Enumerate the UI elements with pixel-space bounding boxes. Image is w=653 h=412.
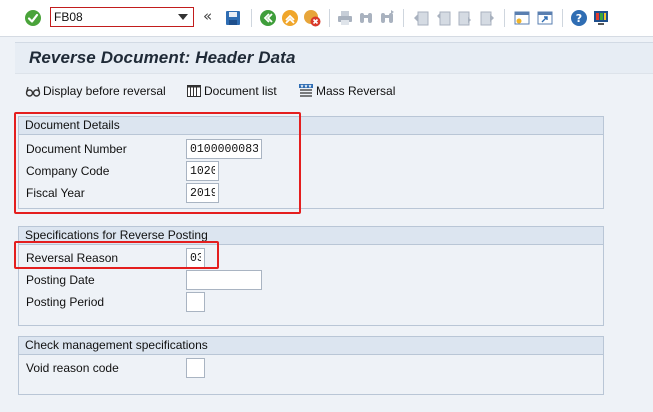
- display-before-reversal-button[interactable]: Display before reversal: [25, 82, 166, 100]
- mass-reversal-icon: [298, 83, 314, 99]
- toolbar-separator: [403, 9, 404, 27]
- page-title: Reverse Document: Header Data: [29, 48, 296, 67]
- void-reason-input[interactable]: [186, 358, 205, 378]
- customize-layout-icon[interactable]: [592, 9, 610, 27]
- system-toolbar: « ?: [0, 0, 653, 37]
- fiscal-year-input[interactable]: [186, 183, 219, 203]
- company-code-row: Company Code: [19, 160, 603, 182]
- company-code-label: Company Code: [26, 164, 110, 178]
- mass-reversal-label: Mass Reversal: [316, 84, 396, 98]
- toolbar-separator: [251, 9, 252, 27]
- collapse-icon[interactable]: «: [203, 6, 212, 26]
- svg-text:?: ?: [576, 12, 582, 25]
- command-input[interactable]: [54, 9, 172, 25]
- company-code-input[interactable]: [186, 161, 219, 181]
- void-reason-row: Void reason code: [19, 357, 603, 379]
- posting-period-input[interactable]: [186, 292, 205, 312]
- help-icon[interactable]: ?: [570, 9, 588, 27]
- document-number-label: Document Number: [26, 142, 127, 156]
- group-title: Specifications for Reverse Posting: [19, 227, 603, 245]
- document-list-button[interactable]: Document list: [186, 82, 277, 100]
- toolbar-separator: [504, 9, 505, 27]
- toolbar-separator: [329, 9, 330, 27]
- exit-icon[interactable]: [281, 9, 299, 27]
- posting-date-row: Posting Date: [19, 269, 603, 291]
- posting-period-row: Posting Period: [19, 291, 603, 313]
- reverse-posting-group: Specifications for Reverse Posting Rever…: [18, 226, 604, 326]
- reversal-reason-label: Reversal Reason: [26, 251, 119, 265]
- reversal-reason-input[interactable]: [186, 248, 205, 268]
- posting-date-label: Posting Date: [26, 273, 95, 287]
- document-details-group: Document Details Document Number Company…: [18, 116, 604, 209]
- void-reason-label: Void reason code: [26, 361, 119, 375]
- list-icon: [186, 83, 202, 99]
- check-management-group: Check management specifications Void rea…: [18, 336, 604, 395]
- mass-reversal-button[interactable]: Mass Reversal: [298, 82, 395, 100]
- posting-date-input[interactable]: [186, 270, 262, 290]
- application-toolbar: Display before reversal Document list Ma…: [15, 73, 653, 108]
- display-before-reversal-label: Display before reversal: [43, 84, 166, 98]
- print-icon[interactable]: [336, 9, 354, 27]
- back-icon[interactable]: [259, 9, 277, 27]
- document-list-label: Document list: [204, 84, 277, 98]
- posting-period-label: Posting Period: [26, 295, 105, 309]
- document-number-row: Document Number: [19, 138, 603, 160]
- find-next-icon[interactable]: [378, 9, 396, 27]
- shortcut-icon[interactable]: [536, 9, 554, 27]
- title-bar: Reverse Document: Header Data: [15, 42, 653, 73]
- fiscal-year-row: Fiscal Year: [19, 182, 603, 204]
- reversal-reason-row: Reversal Reason: [19, 247, 603, 269]
- glasses-icon: [25, 83, 41, 99]
- find-icon[interactable]: [357, 9, 375, 27]
- cancel-icon[interactable]: [303, 9, 321, 27]
- command-field[interactable]: [50, 7, 194, 27]
- group-title: Document Details: [19, 117, 603, 135]
- next-page-icon[interactable]: [456, 9, 474, 27]
- fiscal-year-label: Fiscal Year: [26, 186, 85, 200]
- chevron-down-icon[interactable]: [178, 14, 188, 20]
- create-session-icon[interactable]: [513, 9, 531, 27]
- previous-page-icon[interactable]: [434, 9, 452, 27]
- last-page-icon[interactable]: [478, 9, 496, 27]
- save-icon[interactable]: [224, 9, 242, 27]
- group-title: Check management specifications: [19, 337, 603, 355]
- document-number-input[interactable]: [186, 139, 262, 159]
- toolbar-separator: [562, 9, 563, 27]
- first-page-icon[interactable]: [412, 9, 430, 27]
- enter-icon[interactable]: [24, 9, 42, 27]
